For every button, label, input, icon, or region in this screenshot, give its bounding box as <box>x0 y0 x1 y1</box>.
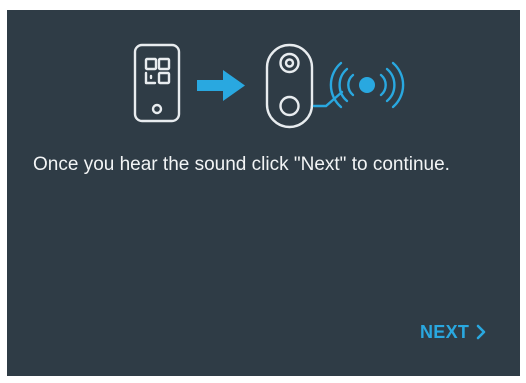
setup-dialog: Once you hear the sound click "Next" to … <box>7 10 520 376</box>
screen: Once you hear the sound click "Next" to … <box>0 0 526 383</box>
next-button[interactable]: NEXT <box>414 318 493 346</box>
sound-waves-icon <box>312 61 405 109</box>
next-button-label: NEXT <box>420 321 470 342</box>
setup-illustration <box>133 43 405 129</box>
phone-qr-icon <box>133 43 181 123</box>
chevron-right-icon <box>476 324 486 340</box>
arrow-right-icon <box>197 70 245 101</box>
doorbell-icon <box>265 43 314 129</box>
instruction-text: Once you hear the sound click "Next" to … <box>33 154 450 175</box>
